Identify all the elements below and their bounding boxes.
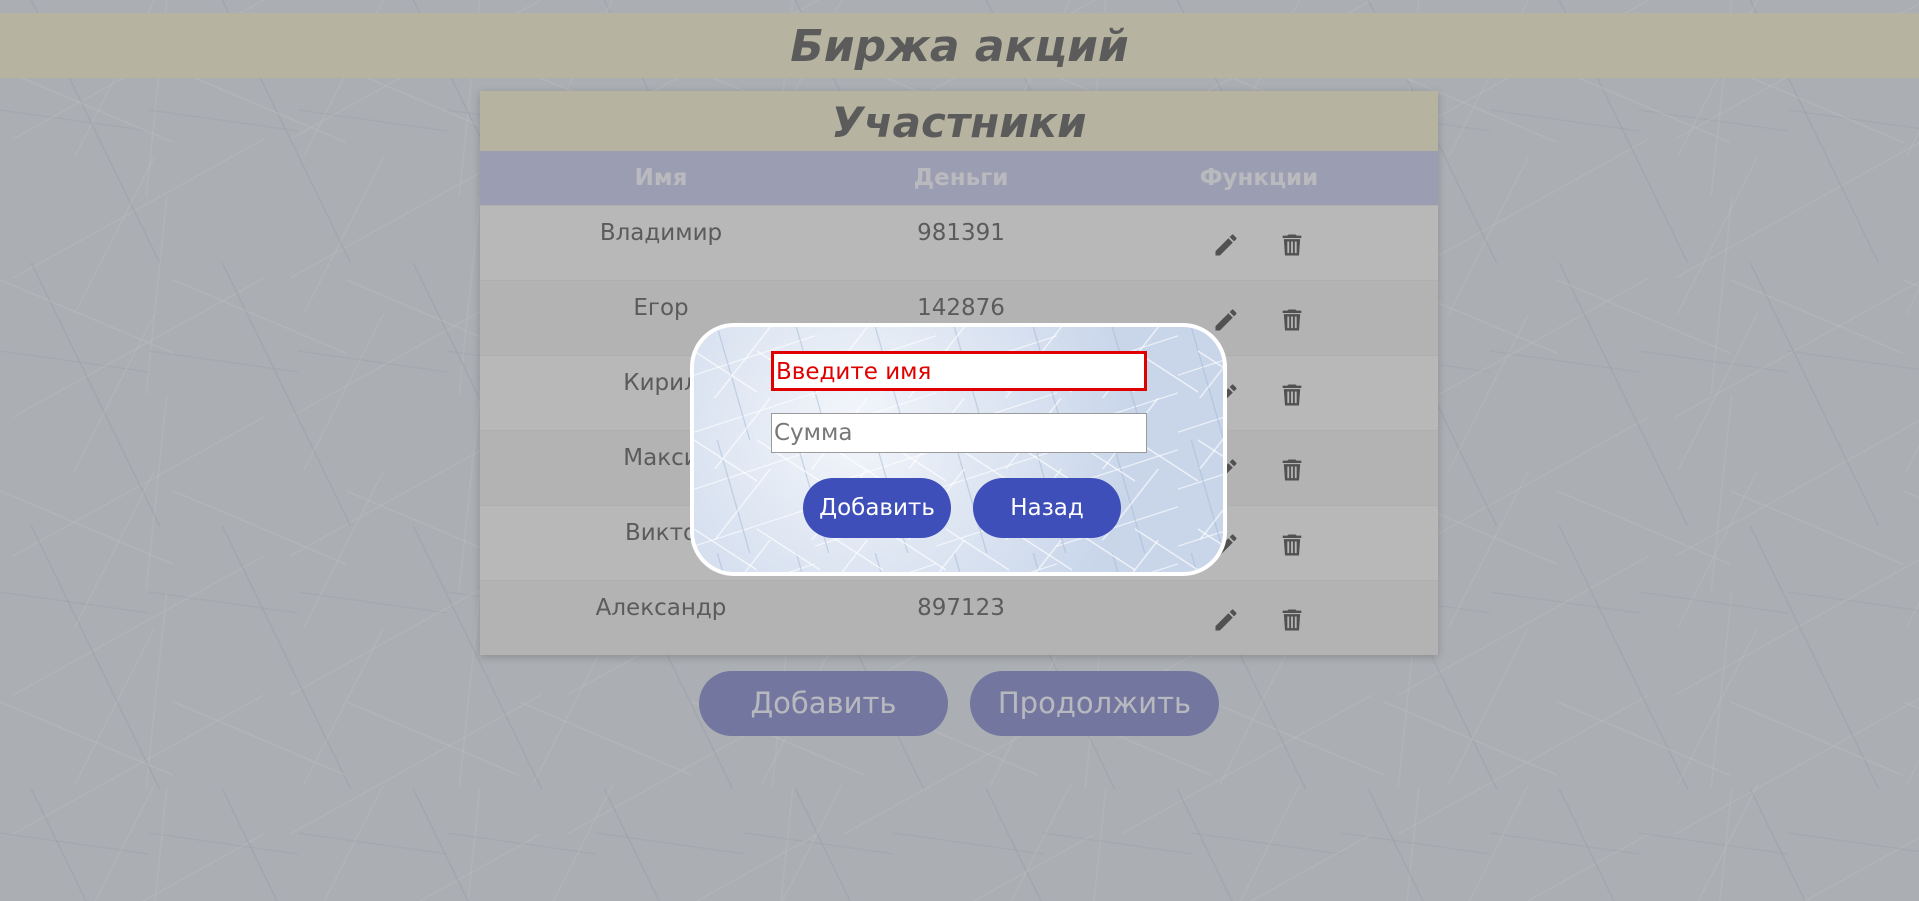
sum-input[interactable]: Сумма — [771, 413, 1147, 453]
modal-back-button[interactable]: Назад — [973, 478, 1121, 538]
modal-add-button[interactable]: Добавить — [803, 478, 951, 538]
add-participant-modal: Введите имя Сумма Добавить Назад — [690, 323, 1227, 576]
name-input[interactable]: Введите имя — [771, 351, 1147, 391]
